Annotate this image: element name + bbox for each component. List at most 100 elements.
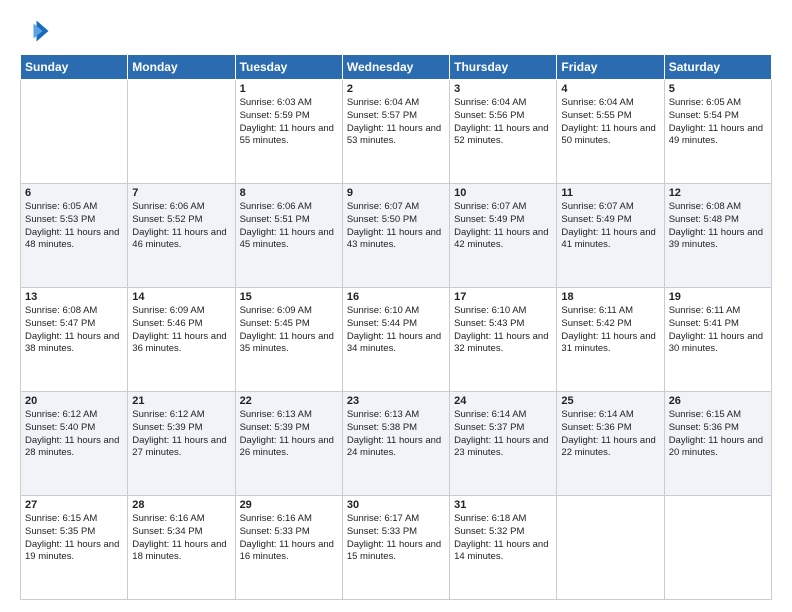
calendar-cell: 18 Sunrise: 6:11 AM Sunset: 5:42 PM Dayli… — [557, 288, 664, 392]
cell-content: Sunrise: 6:04 AM Sunset: 5:56 PM Dayligh… — [454, 97, 552, 148]
day-number: 3 — [454, 83, 552, 95]
day-number: 22 — [240, 395, 338, 407]
calendar-cell: 14 Sunrise: 6:09 AM Sunset: 5:46 PM Dayli… — [128, 288, 235, 392]
cell-content: Sunrise: 6:15 AM Sunset: 5:36 PM Dayligh… — [669, 409, 767, 460]
calendar-cell: 21 Sunrise: 6:12 AM Sunset: 5:39 PM Dayli… — [128, 392, 235, 496]
cell-content: Sunrise: 6:07 AM Sunset: 5:49 PM Dayligh… — [454, 201, 552, 252]
cell-content: Sunrise: 6:15 AM Sunset: 5:35 PM Dayligh… — [25, 513, 123, 564]
week-row-5: 27 Sunrise: 6:15 AM Sunset: 5:35 PM Dayli… — [21, 496, 772, 600]
cell-content: Sunrise: 6:09 AM Sunset: 5:46 PM Dayligh… — [132, 305, 230, 356]
calendar-cell: 8 Sunrise: 6:06 AM Sunset: 5:51 PM Daylig… — [235, 184, 342, 288]
cell-content: Sunrise: 6:05 AM Sunset: 5:53 PM Dayligh… — [25, 201, 123, 252]
day-number: 1 — [240, 83, 338, 95]
day-number: 19 — [669, 291, 767, 303]
calendar-cell: 25 Sunrise: 6:14 AM Sunset: 5:36 PM Dayli… — [557, 392, 664, 496]
calendar-cell — [21, 80, 128, 184]
calendar-cell — [557, 496, 664, 600]
cell-content: Sunrise: 6:04 AM Sunset: 5:57 PM Dayligh… — [347, 97, 445, 148]
cell-content: Sunrise: 6:09 AM Sunset: 5:45 PM Dayligh… — [240, 305, 338, 356]
day-header-tuesday: Tuesday — [235, 55, 342, 80]
cell-content: Sunrise: 6:03 AM Sunset: 5:59 PM Dayligh… — [240, 97, 338, 148]
cell-content: Sunrise: 6:13 AM Sunset: 5:38 PM Dayligh… — [347, 409, 445, 460]
day-number: 25 — [561, 395, 659, 407]
cell-content: Sunrise: 6:07 AM Sunset: 5:50 PM Dayligh… — [347, 201, 445, 252]
cell-content: Sunrise: 6:14 AM Sunset: 5:37 PM Dayligh… — [454, 409, 552, 460]
calendar-cell: 31 Sunrise: 6:18 AM Sunset: 5:32 PM Dayli… — [450, 496, 557, 600]
cell-content: Sunrise: 6:06 AM Sunset: 5:52 PM Dayligh… — [132, 201, 230, 252]
calendar-cell: 5 Sunrise: 6:05 AM Sunset: 5:54 PM Daylig… — [664, 80, 771, 184]
day-number: 11 — [561, 187, 659, 199]
calendar-cell: 23 Sunrise: 6:13 AM Sunset: 5:38 PM Dayli… — [342, 392, 449, 496]
cell-content: Sunrise: 6:10 AM Sunset: 5:43 PM Dayligh… — [454, 305, 552, 356]
week-row-1: 1 Sunrise: 6:03 AM Sunset: 5:59 PM Daylig… — [21, 80, 772, 184]
calendar-cell: 2 Sunrise: 6:04 AM Sunset: 5:57 PM Daylig… — [342, 80, 449, 184]
day-number: 4 — [561, 83, 659, 95]
calendar-cell: 1 Sunrise: 6:03 AM Sunset: 5:59 PM Daylig… — [235, 80, 342, 184]
logo-icon — [20, 16, 50, 46]
day-number: 31 — [454, 499, 552, 511]
calendar-cell — [128, 80, 235, 184]
logo — [20, 16, 54, 46]
calendar-cell — [664, 496, 771, 600]
day-number: 9 — [347, 187, 445, 199]
page: SundayMondayTuesdayWednesdayThursdayFrid… — [0, 0, 792, 612]
calendar-cell: 4Sunrise: 6:04 AM Sunset: 5:55 PM Daylig… — [557, 80, 664, 184]
cell-content: Sunrise: 6:08 AM Sunset: 5:47 PM Dayligh… — [25, 305, 123, 356]
calendar-cell: 24 Sunrise: 6:14 AM Sunset: 5:37 PM Dayli… — [450, 392, 557, 496]
cell-content: Sunrise: 6:05 AM Sunset: 5:54 PM Dayligh… — [669, 97, 767, 148]
day-number: 26 — [669, 395, 767, 407]
week-row-3: 13Sunrise: 6:08 AM Sunset: 5:47 PM Dayli… — [21, 288, 772, 392]
day-number: 12 — [669, 187, 767, 199]
day-number: 2 — [347, 83, 445, 95]
day-number: 18 — [561, 291, 659, 303]
day-number: 30 — [347, 499, 445, 511]
calendar-cell: 13Sunrise: 6:08 AM Sunset: 5:47 PM Dayli… — [21, 288, 128, 392]
calendar-cell: 12 Sunrise: 6:08 AM Sunset: 5:48 PM Dayli… — [664, 184, 771, 288]
cell-content: Sunrise: 6:12 AM Sunset: 5:40 PM Dayligh… — [25, 409, 123, 460]
cell-content: Sunrise: 6:14 AM Sunset: 5:36 PM Dayligh… — [561, 409, 659, 460]
cell-content: Sunrise: 6:11 AM Sunset: 5:41 PM Dayligh… — [669, 305, 767, 356]
day-number: 17 — [454, 291, 552, 303]
calendar-header-row: SundayMondayTuesdayWednesdayThursdayFrid… — [21, 55, 772, 80]
calendar-cell: 7 Sunrise: 6:06 AM Sunset: 5:52 PM Daylig… — [128, 184, 235, 288]
calendar-cell: 3 Sunrise: 6:04 AM Sunset: 5:56 PM Daylig… — [450, 80, 557, 184]
week-row-2: 6 Sunrise: 6:05 AM Sunset: 5:53 PM Daylig… — [21, 184, 772, 288]
calendar-cell: 29Sunrise: 6:16 AM Sunset: 5:33 PM Dayli… — [235, 496, 342, 600]
cell-content: Sunrise: 6:08 AM Sunset: 5:48 PM Dayligh… — [669, 201, 767, 252]
day-number: 10 — [454, 187, 552, 199]
day-number: 28 — [132, 499, 230, 511]
cell-content: Sunrise: 6:18 AM Sunset: 5:32 PM Dayligh… — [454, 513, 552, 564]
cell-content: Sunrise: 6:06 AM Sunset: 5:51 PM Dayligh… — [240, 201, 338, 252]
day-number: 24 — [454, 395, 552, 407]
day-number: 8 — [240, 187, 338, 199]
calendar-cell: 10 Sunrise: 6:07 AM Sunset: 5:49 PM Dayli… — [450, 184, 557, 288]
cell-content: Sunrise: 6:12 AM Sunset: 5:39 PM Dayligh… — [132, 409, 230, 460]
day-number: 16 — [347, 291, 445, 303]
cell-content: Sunrise: 6:11 AM Sunset: 5:42 PM Dayligh… — [561, 305, 659, 356]
day-number: 23 — [347, 395, 445, 407]
day-number: 14 — [132, 291, 230, 303]
day-number: 27 — [25, 499, 123, 511]
calendar-cell: 15 Sunrise: 6:09 AM Sunset: 5:45 PM Dayli… — [235, 288, 342, 392]
day-number: 6 — [25, 187, 123, 199]
day-number: 15 — [240, 291, 338, 303]
day-header-sunday: Sunday — [21, 55, 128, 80]
day-number: 29 — [240, 499, 338, 511]
day-header-saturday: Saturday — [664, 55, 771, 80]
day-number: 5 — [669, 83, 767, 95]
cell-content: Sunrise: 6:16 AM Sunset: 5:34 PM Dayligh… — [132, 513, 230, 564]
cell-content: Sunrise: 6:07 AM Sunset: 5:49 PM Dayligh… — [561, 201, 659, 252]
calendar-cell: 9 Sunrise: 6:07 AM Sunset: 5:50 PM Daylig… — [342, 184, 449, 288]
header — [20, 16, 772, 46]
calendar-cell: 22Sunrise: 6:13 AM Sunset: 5:39 PM Dayli… — [235, 392, 342, 496]
day-header-friday: Friday — [557, 55, 664, 80]
calendar-cell: 20Sunrise: 6:12 AM Sunset: 5:40 PM Dayli… — [21, 392, 128, 496]
day-number: 21 — [132, 395, 230, 407]
calendar-cell: 11 Sunrise: 6:07 AM Sunset: 5:49 PM Dayli… — [557, 184, 664, 288]
calendar-cell: 19 Sunrise: 6:11 AM Sunset: 5:41 PM Dayli… — [664, 288, 771, 392]
calendar-table: SundayMondayTuesdayWednesdayThursdayFrid… — [20, 54, 772, 600]
calendar-cell: 30Sunrise: 6:17 AM Sunset: 5:33 PM Dayli… — [342, 496, 449, 600]
day-number: 7 — [132, 187, 230, 199]
day-header-thursday: Thursday — [450, 55, 557, 80]
calendar-cell: 6 Sunrise: 6:05 AM Sunset: 5:53 PM Daylig… — [21, 184, 128, 288]
